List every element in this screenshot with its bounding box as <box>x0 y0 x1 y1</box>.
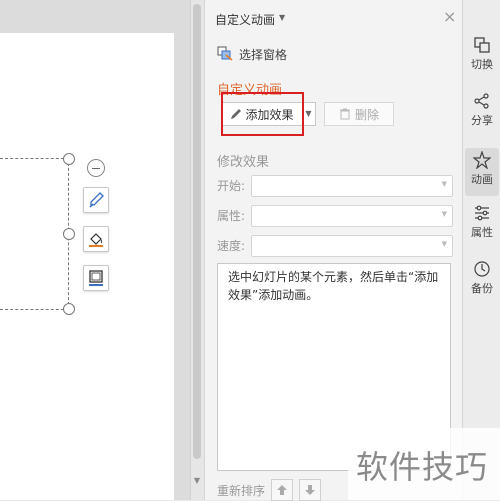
resize-handle-top-right[interactable] <box>63 153 75 165</box>
arrow-up-icon <box>277 485 288 495</box>
watermark: 软件技巧 <box>348 428 500 500</box>
scroll-down-icon[interactable]: ▼ <box>192 476 202 486</box>
pencil-icon <box>231 109 242 119</box>
property-select[interactable]: ▼ <box>251 205 453 227</box>
select-pane-icon <box>217 46 233 61</box>
custom-animation-heading: 自定义动画 <box>217 83 283 98</box>
speed-select[interactable]: ▼ <box>251 235 453 257</box>
move-down-button[interactable] <box>299 479 322 501</box>
trash-icon <box>339 108 350 120</box>
delete-button[interactable]: 删除 <box>324 102 394 126</box>
sidebar-item-animation[interactable]: 动画 <box>465 148 499 196</box>
reorder-label: 重新排序 <box>217 483 266 498</box>
add-effect-label: 添加效果 <box>245 107 294 122</box>
start-select[interactable]: ▼ <box>251 175 453 197</box>
outline-icon <box>89 270 103 286</box>
animation-star-icon <box>473 151 491 169</box>
share-icon <box>474 93 489 109</box>
panel-title[interactable]: 自定义动画 <box>215 11 275 28</box>
select-pane-label: 选择窗格 <box>239 47 288 62</box>
fill-color-button[interactable] <box>83 226 109 252</box>
slide[interactable] <box>0 33 174 500</box>
reorder-row: 重新排序 <box>217 479 322 501</box>
watermark-text: 软件技巧 <box>356 448 489 486</box>
close-icon[interactable]: × <box>443 9 456 25</box>
chevron-down-icon[interactable]: ▼ <box>279 13 285 22</box>
backup-clock-icon <box>474 261 490 277</box>
resize-handle-right[interactable] <box>63 228 75 240</box>
sidebar-item-label: 属性 <box>471 226 493 239</box>
resize-handle-bottom-right[interactable] <box>63 303 75 315</box>
properties-sliders-icon <box>475 205 489 221</box>
sidebar-item-label: 动画 <box>471 173 493 186</box>
canvas-scrollbar[interactable]: ▼ <box>190 0 204 500</box>
custom-animation-panel: 自定义动画 ▼ × 选择窗格 自定义动画 添加效果 ▼ 删除 修改效果 开始: … <box>204 0 463 501</box>
animation-list-hint: 选中幻灯片的某个元素，然后单击“添加效果”添加动画。 <box>228 270 439 302</box>
add-effect-button[interactable]: 添加效果 <box>221 102 303 126</box>
modify-effect-heading: 修改效果 <box>217 155 270 170</box>
chevron-down-icon: ▼ <box>305 109 312 118</box>
property-label: 属性: <box>217 209 246 223</box>
right-sidebar: 切换 分享 动画 属性 备份 <box>462 0 500 500</box>
collapse-tools-icon[interactable] <box>87 159 105 177</box>
sidebar-item-properties[interactable]: 属性 <box>465 204 499 252</box>
sidebar-item-label: 切换 <box>471 58 493 71</box>
selected-object-frame[interactable] <box>0 158 69 310</box>
shape-style-brush-button[interactable] <box>83 187 109 213</box>
panel-title-bar: 自定义动画 ▼ × <box>205 0 463 36</box>
delete-label: 删除 <box>354 107 379 122</box>
sidebar-item-transition[interactable]: 切换 <box>465 36 499 84</box>
sidebar-item-share[interactable]: 分享 <box>465 92 499 140</box>
arrow-down-icon <box>305 485 316 495</box>
shape-style-brush-icon <box>89 192 104 208</box>
speed-label: 速度: <box>217 239 246 253</box>
fill-bucket-icon <box>89 233 103 247</box>
start-label: 开始: <box>217 179 246 193</box>
move-up-button[interactable] <box>271 479 294 501</box>
outline-color-button[interactable] <box>83 265 109 291</box>
scrollbar-thumb[interactable] <box>193 4 201 459</box>
chevron-down-icon: ▼ <box>441 210 447 218</box>
add-effect-dropdown[interactable]: ▼ <box>302 102 316 126</box>
slide-canvas-area <box>0 0 190 500</box>
select-pane-button[interactable]: 选择窗格 <box>217 44 287 64</box>
chevron-down-icon: ▼ <box>441 240 447 248</box>
sidebar-item-backup[interactable]: 备份 <box>465 260 499 308</box>
transition-icon <box>474 37 490 53</box>
sidebar-item-label: 分享 <box>471 114 493 127</box>
sidebar-item-label: 备份 <box>471 282 493 295</box>
chevron-down-icon: ▼ <box>441 180 447 188</box>
